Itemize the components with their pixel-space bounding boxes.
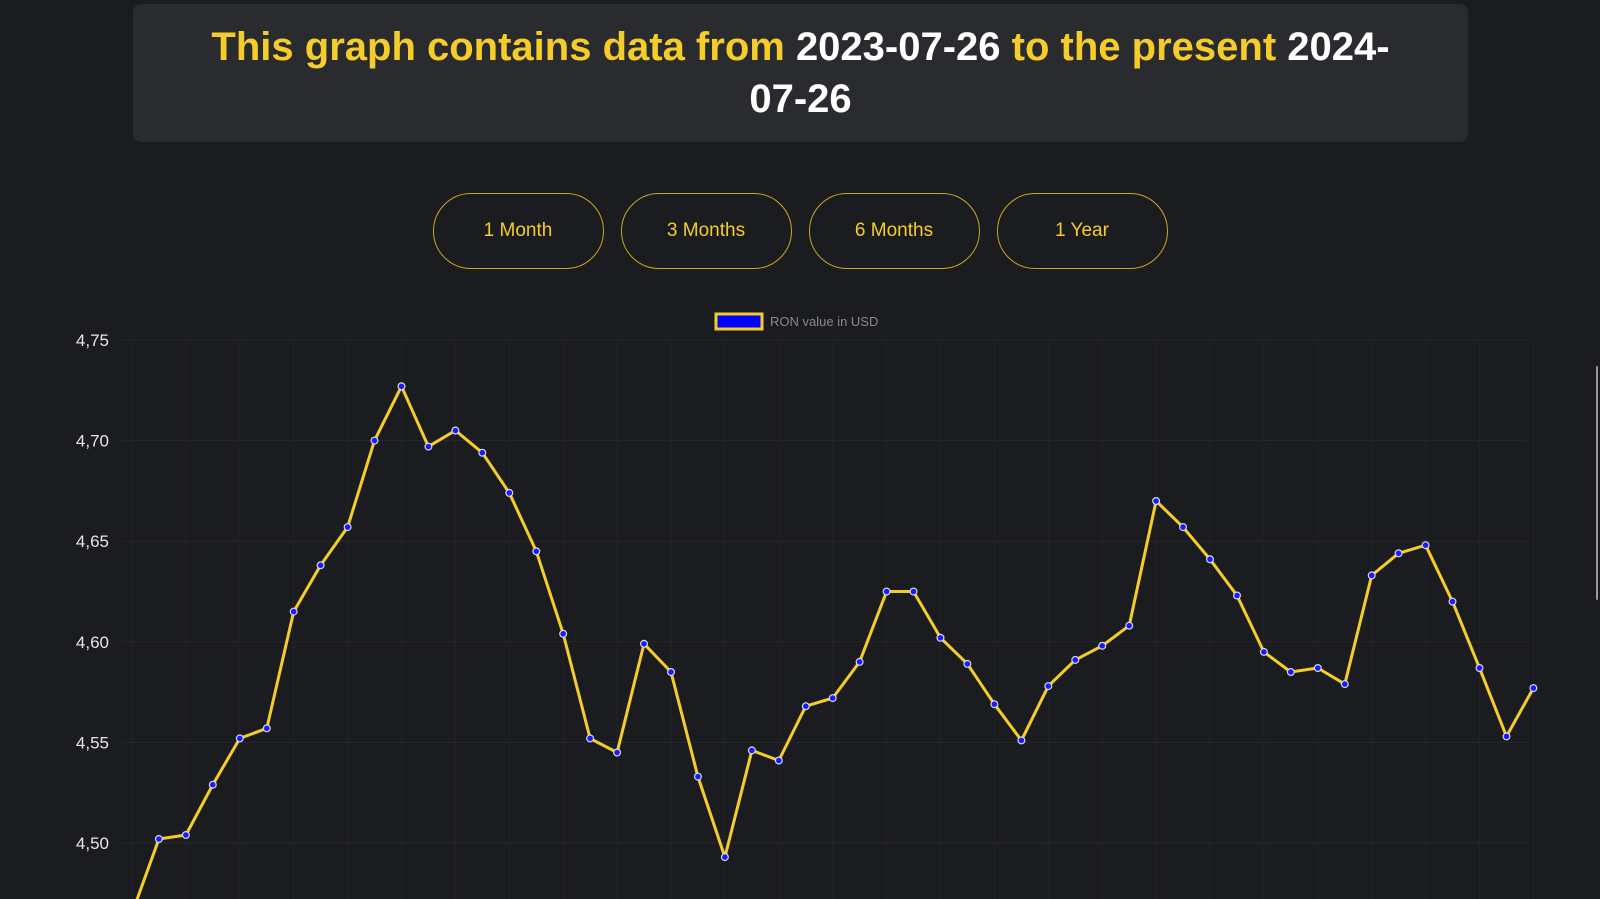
data-point bbox=[1421, 541, 1430, 550]
data-point bbox=[1125, 621, 1134, 630]
data-point bbox=[1044, 682, 1053, 691]
data-point bbox=[532, 547, 541, 556]
data-point bbox=[613, 748, 622, 757]
data-point bbox=[801, 702, 810, 711]
data-point bbox=[1205, 555, 1214, 564]
banner-text: This graph contains data from 2023-07-26… bbox=[201, 21, 1401, 125]
data-point bbox=[451, 426, 460, 435]
banner-middle: to the present bbox=[1000, 25, 1288, 69]
range-1-month-button[interactable]: 1 Month bbox=[432, 193, 604, 269]
data-point bbox=[1232, 591, 1241, 600]
data-point bbox=[235, 734, 244, 743]
data-point bbox=[774, 756, 783, 765]
chart-legend[interactable]: RON value in USD bbox=[714, 312, 878, 331]
data-point bbox=[1367, 571, 1376, 580]
data-point bbox=[1071, 655, 1080, 664]
data-point bbox=[208, 780, 217, 789]
y-tick-label: 4,55 bbox=[76, 733, 109, 752]
data-point bbox=[882, 587, 891, 596]
data-point bbox=[1152, 497, 1161, 506]
range-1-year-button[interactable]: 1 Year bbox=[996, 193, 1168, 269]
data-point bbox=[1017, 736, 1026, 745]
data-point bbox=[720, 853, 729, 862]
page-scrollbar-thumb[interactable] bbox=[1596, 366, 1598, 600]
data-point bbox=[1259, 647, 1268, 656]
data-point bbox=[478, 448, 487, 457]
y-tick-label: 4,75 bbox=[76, 331, 109, 350]
data-point bbox=[1313, 664, 1322, 673]
legend-label: RON value in USD bbox=[770, 314, 878, 329]
y-tick-label: 4,60 bbox=[76, 633, 109, 652]
range-button-group: 1 Month 3 Months 6 Months 1 Year bbox=[0, 193, 1600, 269]
data-point bbox=[289, 607, 298, 616]
data-point bbox=[343, 523, 352, 532]
data-point bbox=[1178, 523, 1187, 532]
date-range-banner: This graph contains data from 2023-07-26… bbox=[133, 4, 1468, 142]
data-point bbox=[586, 734, 595, 743]
data-point bbox=[1098, 641, 1107, 650]
data-point bbox=[639, 639, 648, 648]
data-point bbox=[1286, 668, 1295, 677]
y-tick-label: 4,65 bbox=[76, 532, 109, 551]
y-tick-label: 4,50 bbox=[76, 834, 109, 853]
data-point bbox=[990, 700, 999, 709]
data-point bbox=[828, 694, 837, 703]
banner-prefix: This graph contains data from bbox=[211, 25, 796, 69]
ron-usd-line-chart: 4,75 4,70 4,65 4,60 4,55 4,50 RON value in US… bbox=[76, 312, 1538, 899]
range-3-months-button[interactable]: 3 Months bbox=[620, 193, 792, 269]
data-point bbox=[909, 587, 918, 596]
data-point bbox=[505, 488, 514, 497]
range-6-months-button[interactable]: 6 Months bbox=[808, 193, 980, 269]
data-point bbox=[181, 830, 190, 839]
data-point bbox=[693, 772, 702, 781]
data-point bbox=[1502, 732, 1511, 741]
data-point bbox=[936, 633, 945, 642]
data-point bbox=[397, 382, 406, 391]
data-point bbox=[747, 746, 756, 755]
legend-swatch bbox=[714, 312, 764, 331]
data-point bbox=[262, 724, 271, 733]
y-tick-label: 4,70 bbox=[76, 432, 109, 451]
data-point bbox=[559, 629, 568, 638]
data-point bbox=[154, 834, 163, 843]
data-point bbox=[1448, 597, 1457, 606]
banner-start-date: 2023-07-26 bbox=[795, 25, 1001, 69]
chart-grid bbox=[122, 339, 1534, 899]
y-axis-ticks: 4,75 4,70 4,65 4,60 4,55 4,50 bbox=[76, 331, 109, 853]
data-point bbox=[1475, 664, 1484, 673]
data-point bbox=[855, 657, 864, 666]
data-point bbox=[666, 668, 675, 677]
data-point bbox=[1394, 549, 1403, 558]
data-point bbox=[963, 659, 972, 668]
data-point bbox=[1529, 684, 1538, 693]
data-point bbox=[370, 436, 379, 445]
data-point bbox=[316, 561, 325, 570]
data-point bbox=[424, 442, 433, 451]
data-point bbox=[1340, 680, 1349, 689]
